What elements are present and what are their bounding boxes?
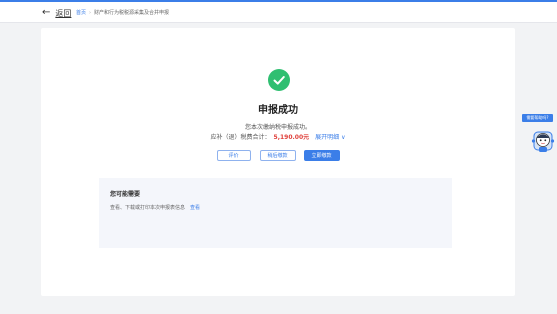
result-title: 申报成功 xyxy=(258,105,298,116)
view-link[interactable]: 查看 xyxy=(190,205,200,211)
robot-avatar-icon[interactable] xyxy=(531,128,555,154)
checkmark-circle-icon xyxy=(268,69,290,91)
breadcrumb-current: 财产和行为税税源采集及合并申报 xyxy=(94,10,170,16)
back-label: 返回 xyxy=(55,8,72,18)
tax-summary: 应补（退）税费合计： 5,190.00元 展开明细 ∨ xyxy=(41,132,515,141)
arrow-left-icon: ← xyxy=(42,7,51,18)
breadcrumb: 首页 › 财产和行为税税源采集及合并申报 xyxy=(76,9,169,16)
suggestion-panel: 您可能需要 查看、下载或打印本次申报表信息 查看 xyxy=(99,178,452,248)
help-tag[interactable]: 需要帮助吗? xyxy=(522,114,553,122)
evaluate-button[interactable]: 评价 xyxy=(216,150,251,161)
breadcrumb-separator: › xyxy=(89,10,92,16)
breadcrumb-home[interactable]: 首页 xyxy=(76,10,86,16)
pay-now-button[interactable]: 立即缴款 xyxy=(303,150,340,161)
suggestion-description: 查看、下载或打印本次申报表信息 xyxy=(110,205,186,211)
tax-amount: 5,190.00元 xyxy=(273,134,310,141)
action-buttons: 评价 稍后缴款 立即缴款 xyxy=(41,150,515,161)
pay-later-button[interactable]: 稍后缴款 xyxy=(259,150,296,161)
expand-details-link[interactable]: 展开明细 ∨ xyxy=(315,134,345,141)
back-button[interactable]: ← 返回 xyxy=(42,7,71,19)
tax-label: 应补（退）税费合计： xyxy=(210,134,271,141)
top-bar: ← 返回 首页 › 财产和行为税税源采集及合并申报 xyxy=(0,2,557,23)
result-card: 申报成功 您本次缴纳税申报成功。 应补（退）税费合计： 5,190.00元 展开明细… xyxy=(41,28,515,296)
suggestion-text: 查看、下载或打印本次申报表信息 查看 xyxy=(110,204,200,211)
suggestion-title: 您可能需要 xyxy=(110,191,141,198)
result-message: 您本次缴纳税申报成功。 xyxy=(244,124,311,131)
